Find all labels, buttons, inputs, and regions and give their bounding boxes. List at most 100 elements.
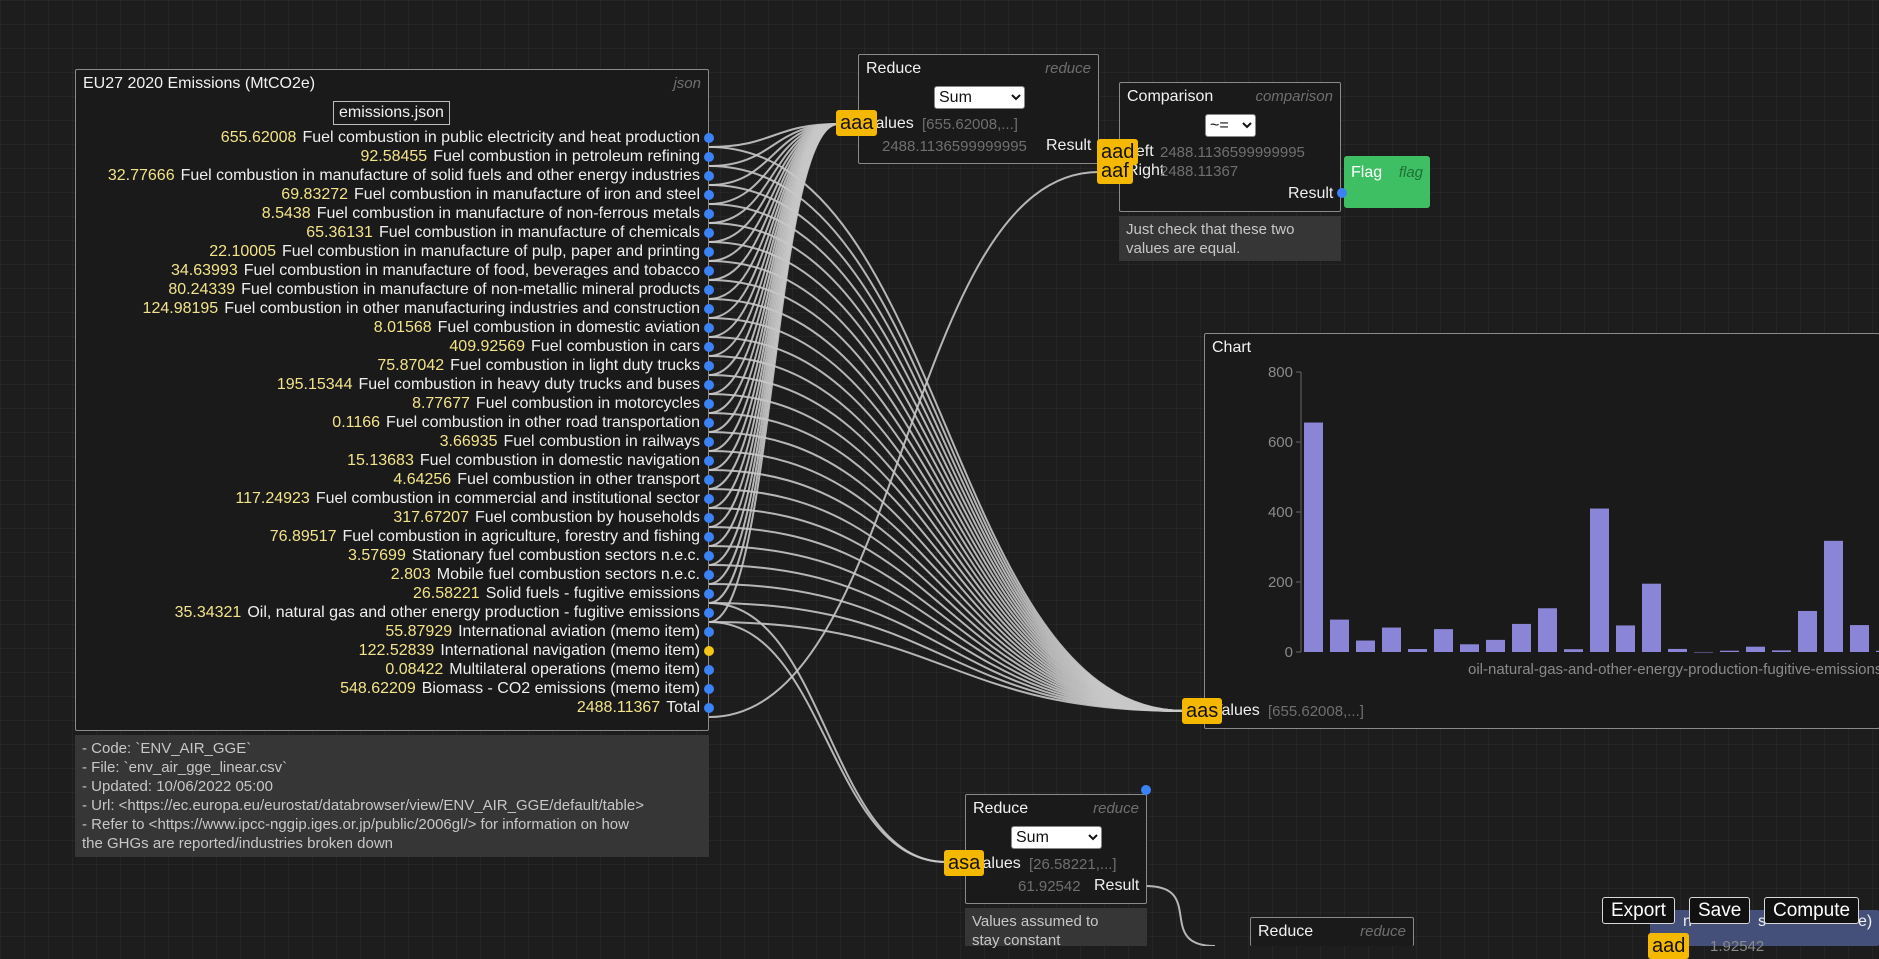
- output-port-dot[interactable]: [704, 703, 714, 713]
- reduce-2-result-port[interactable]: [1141, 785, 1151, 795]
- reduce-operation-select[interactable]: Sum: [1011, 826, 1102, 849]
- file-select-button[interactable]: emissions.json: [333, 101, 450, 125]
- bar[interactable]: [1668, 648, 1687, 652]
- reduce-node-3[interactable]: Reduce reduce: [1250, 917, 1414, 946]
- output-port-dot[interactable]: [704, 209, 714, 219]
- output-port-dot[interactable]: [704, 323, 714, 333]
- emission-row: 35.34321 Oil, natural gas and other energ…: [175, 604, 700, 623]
- output-port-dot[interactable]: [704, 665, 714, 675]
- output-port-dot[interactable]: [704, 228, 714, 238]
- wire-to-reduce-2: [708, 621, 947, 863]
- output-port-dot[interactable]: [704, 304, 714, 314]
- output-port-dot[interactable]: [704, 684, 714, 694]
- chart-input-badge[interactable]: aas: [1182, 698, 1223, 724]
- output-port-dot[interactable]: [704, 608, 714, 618]
- wire-to-reduce-1: [708, 123, 839, 338]
- wire-reduce-2-out: [1145, 885, 1216, 946]
- hidden-node-fragment: e): [1858, 913, 1873, 930]
- compute-button[interactable]: Compute: [1764, 897, 1860, 924]
- emission-row: 76.89517 Fuel combustion in agriculture, …: [270, 528, 700, 547]
- wire-to-chart: [708, 222, 1186, 712]
- bar[interactable]: [1408, 649, 1427, 652]
- output-port-dot[interactable]: [704, 513, 714, 523]
- bar[interactable]: [1382, 627, 1401, 652]
- hidden-node-badge[interactable]: aad: [1648, 933, 1690, 959]
- bar[interactable]: [1590, 508, 1609, 652]
- bar[interactable]: [1330, 619, 1349, 652]
- reduce-node-2[interactable]: Reduce reduce Sum Values [26.58221,...] …: [965, 794, 1147, 904]
- bar[interactable]: [1798, 610, 1817, 652]
- output-port-dot[interactable]: [704, 342, 714, 352]
- right-port-badge[interactable]: aaf: [1097, 158, 1133, 184]
- wire-to-chart: [708, 241, 1186, 712]
- output-port-dot[interactable]: [704, 133, 714, 143]
- output-port-dot[interactable]: [704, 494, 714, 504]
- output-port-dot[interactable]: [704, 380, 714, 390]
- bar[interactable]: [1512, 623, 1531, 652]
- output-port-dot[interactable]: [704, 399, 714, 409]
- input-port-badge[interactable]: aaa: [836, 110, 878, 136]
- output-port-dot[interactable]: [704, 456, 714, 466]
- output-port-dot[interactable]: [704, 266, 714, 276]
- emission-row: 92.58455 Fuel combustion in petroleum ref…: [360, 148, 700, 167]
- emission-value: 8.01568: [373, 319, 432, 336]
- bar[interactable]: [1720, 650, 1739, 652]
- output-port-dot[interactable]: [704, 190, 714, 200]
- node-type-label: reduce: [1093, 800, 1139, 817]
- bar[interactable]: [1694, 651, 1713, 653]
- bar[interactable]: [1642, 583, 1661, 652]
- output-port-dot[interactable]: [704, 532, 714, 542]
- bar[interactable]: [1772, 650, 1791, 652]
- bar[interactable]: [1460, 644, 1479, 652]
- emission-value: 8.77677: [412, 395, 470, 412]
- wire-to-reduce-1: [708, 123, 839, 623]
- wire-to-chart: [708, 602, 1186, 712]
- hidden-node-value: 1.92542: [1710, 938, 1765, 955]
- bar[interactable]: [1486, 639, 1505, 652]
- emission-row: 80.24339 Fuel combustion in manufacture o…: [168, 281, 700, 300]
- bar[interactable]: [1746, 646, 1765, 652]
- output-port-dot[interactable]: [704, 152, 714, 162]
- bar[interactable]: [1304, 422, 1323, 652]
- input-port-badge[interactable]: asa: [944, 850, 985, 876]
- bar[interactable]: [1538, 608, 1557, 652]
- bar[interactable]: [1434, 629, 1453, 652]
- comparison-operation-select[interactable]: ~=: [1205, 114, 1256, 137]
- output-port-dot[interactable]: [704, 589, 714, 599]
- output-port-dot[interactable]: [704, 475, 714, 485]
- output-port-dot[interactable]: [704, 285, 714, 295]
- bar[interactable]: [1564, 649, 1583, 652]
- wire-to-reduce-1: [708, 123, 839, 262]
- bar[interactable]: [1356, 640, 1375, 652]
- comparison-result-port[interactable]: [1337, 188, 1347, 198]
- wire-to-chart: [708, 526, 1186, 712]
- reduce-node-1[interactable]: Reduce reduce Sum Values [655.62008,...]…: [858, 54, 1099, 164]
- save-button[interactable]: Save: [1689, 897, 1751, 924]
- output-port-dot[interactable]: [704, 247, 714, 257]
- output-port-dot[interactable]: [704, 437, 714, 447]
- bar[interactable]: [1824, 540, 1843, 652]
- reduce-operation-select[interactable]: Sum: [934, 86, 1025, 109]
- emission-label: Fuel combustion in manufacture of non-me…: [241, 281, 700, 298]
- output-port-dot[interactable]: [704, 418, 714, 428]
- bar[interactable]: [1850, 625, 1869, 652]
- wire-to-chart: [708, 355, 1186, 712]
- wire-to-reduce-1: [708, 123, 839, 585]
- emissions-json-node[interactable]: EU27 2020 Emissions (MtCO2e) json emissi…: [75, 69, 714, 731]
- chart-node[interactable]: Chart 0 200 400 600 800 oil-natural-gas-and-o…: [1204, 333, 1879, 729]
- output-port-dot[interactable]: [704, 646, 714, 656]
- comparison-node[interactable]: Comparison comparison ~= Left 2488.11365…: [1119, 82, 1341, 212]
- output-port-dot[interactable]: [704, 171, 714, 181]
- bar[interactable]: [1616, 625, 1635, 652]
- wire-to-chart: [708, 336, 1186, 712]
- output-port-dot[interactable]: [704, 551, 714, 561]
- emission-row: 2.803 Mobile fuel combustion sectors n.e.…: [391, 566, 700, 585]
- emission-label: Fuel combustion in light duty trucks: [450, 357, 700, 374]
- flag-node[interactable]: Flag flag: [1344, 156, 1430, 208]
- output-port-dot[interactable]: [704, 627, 714, 637]
- export-button[interactable]: Export: [1602, 897, 1675, 924]
- output-port-dot[interactable]: [704, 361, 714, 371]
- emission-value: 124.98195: [142, 300, 219, 317]
- output-port-dot[interactable]: [704, 570, 714, 580]
- emission-row: 124.98195 Fuel combustion in other manufa…: [143, 300, 700, 319]
